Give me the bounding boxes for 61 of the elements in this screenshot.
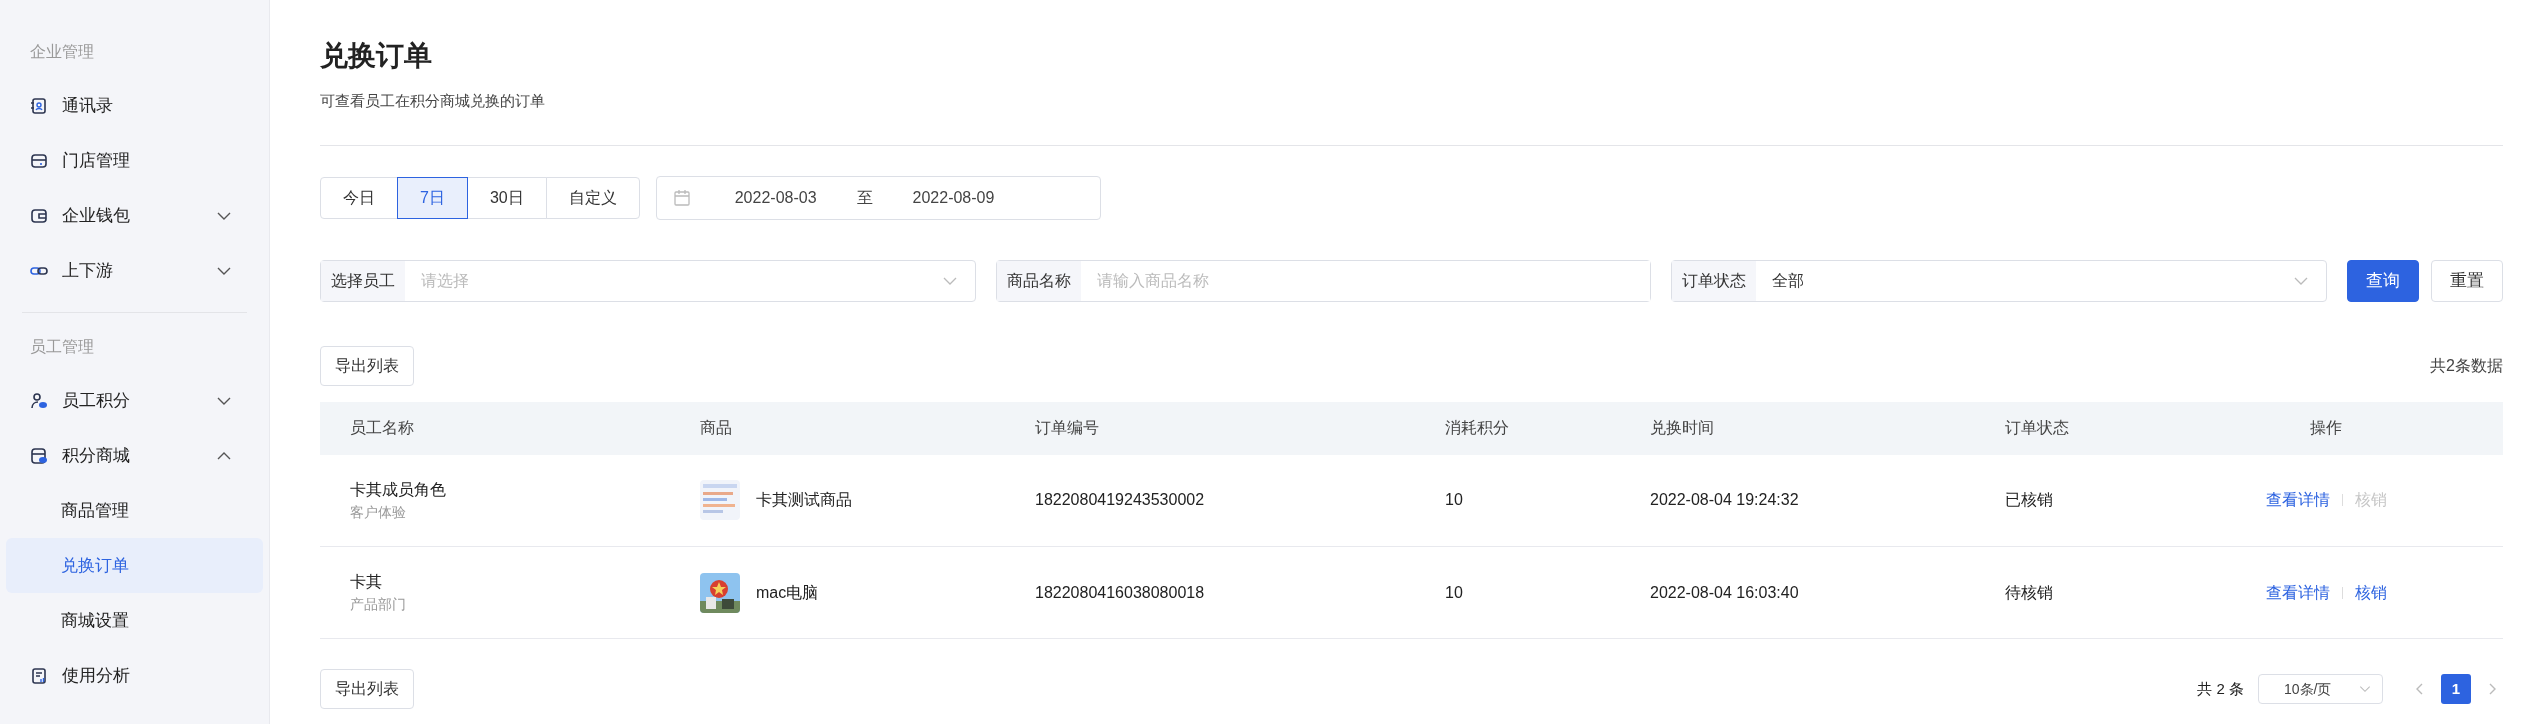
total-count: 共2条数据 [2430, 355, 2503, 376]
employee-name: 卡其 [350, 572, 383, 592]
sidebar-subitem[interactable]: 商品管理 [6, 483, 263, 538]
exchange-time: 2022-08-04 16:03:40 [1650, 583, 1799, 601]
export-button[interactable]: 导出列表 [320, 669, 414, 709]
user-coins-icon [30, 391, 48, 410]
select-field[interactable]: 选择员工 请选择 [320, 259, 976, 302]
order-status: 已核销 [2005, 491, 2053, 509]
input-field[interactable]: 商品名称 请输入商品名称 [995, 259, 1652, 302]
section-title: 企业管理 [29, 42, 95, 62]
page-title: 兑换订单 [320, 39, 433, 73]
page-button[interactable]: 1 [2441, 674, 2471, 704]
date-range-field[interactable]: 2022-08-03 至 2022-08-09 [655, 175, 1101, 220]
product-name: 卡其测试商品 [756, 490, 852, 511]
sidebar-item[interactable]: 员工积分 [6, 373, 263, 428]
page-size-select[interactable]: 10条/页 [2258, 674, 2383, 704]
points-value: 10 [1445, 491, 1463, 509]
verify-link[interactable]: 核销 [2354, 580, 2387, 605]
sidebar-item[interactable]: 上下游 [6, 243, 263, 298]
order-number: 1822080416038080018 [1035, 583, 1205, 601]
column-header: 操作 [2310, 419, 2342, 436]
column-header: 订单编号 [1035, 419, 1099, 436]
shop-coins-icon [30, 446, 48, 465]
date-preset-tab[interactable]: 今日 [320, 176, 398, 219]
export-button[interactable]: 导出列表 [320, 345, 414, 386]
order-status: 待核销 [2005, 583, 2053, 601]
column-header: 兑换时间 [1650, 419, 1714, 436]
department-name: 产品部门 [350, 595, 407, 614]
total-count: 共 2 条 [2197, 678, 2244, 699]
order-number: 1822080419243530002 [1035, 491, 1205, 509]
view-details-link[interactable]: 查看详情 [2265, 488, 2330, 513]
sidebar-subitem[interactable]: 兑换订单 [6, 538, 263, 593]
reset-button[interactable]: 重置 [2431, 259, 2503, 302]
column-header: 订单状态 [2005, 419, 2069, 436]
store-icon [30, 151, 48, 170]
points-value: 10 [1445, 583, 1463, 601]
sidebar-item[interactable]: 门店管理 [6, 133, 263, 188]
wallet-icon [30, 206, 48, 225]
product-name: mac电脑 [756, 582, 819, 603]
sidebar-item[interactable]: 使用分析 [6, 648, 263, 703]
exchange-time: 2022-08-04 19:24:32 [1650, 491, 1799, 509]
calendar-icon [672, 188, 691, 207]
page-subtitle: 可查看员工在积分商城兑换的订单 [320, 91, 546, 111]
view-details-link[interactable]: 查看详情 [2265, 580, 2330, 605]
employee-name: 卡其成员角色 [350, 479, 447, 500]
sidebar-item[interactable]: 通讯录 [6, 78, 263, 133]
date-preset-tab[interactable]: 自定义 [545, 176, 640, 219]
report-icon [30, 666, 48, 685]
sidebar-subitem[interactable]: 商城设置 [6, 593, 263, 648]
query-button[interactable]: 查询 [2347, 259, 2419, 302]
sidebar-item[interactable]: 企业钱包 [6, 188, 263, 243]
select-field[interactable]: 订单状态 全部 [1671, 259, 2327, 302]
date-preset-tab[interactable]: 7日 [397, 176, 468, 219]
department-name: 客户体验 [350, 502, 407, 522]
date-preset-tab[interactable]: 30日 [466, 176, 547, 219]
sidebar-item[interactable]: 积分商城 [6, 428, 263, 483]
column-header: 商品 [700, 419, 732, 436]
address-book-icon [30, 96, 48, 115]
column-header: 消耗积分 [1445, 419, 1509, 436]
section-title: 员工管理 [29, 337, 95, 357]
column-header: 员工名称 [350, 419, 414, 436]
